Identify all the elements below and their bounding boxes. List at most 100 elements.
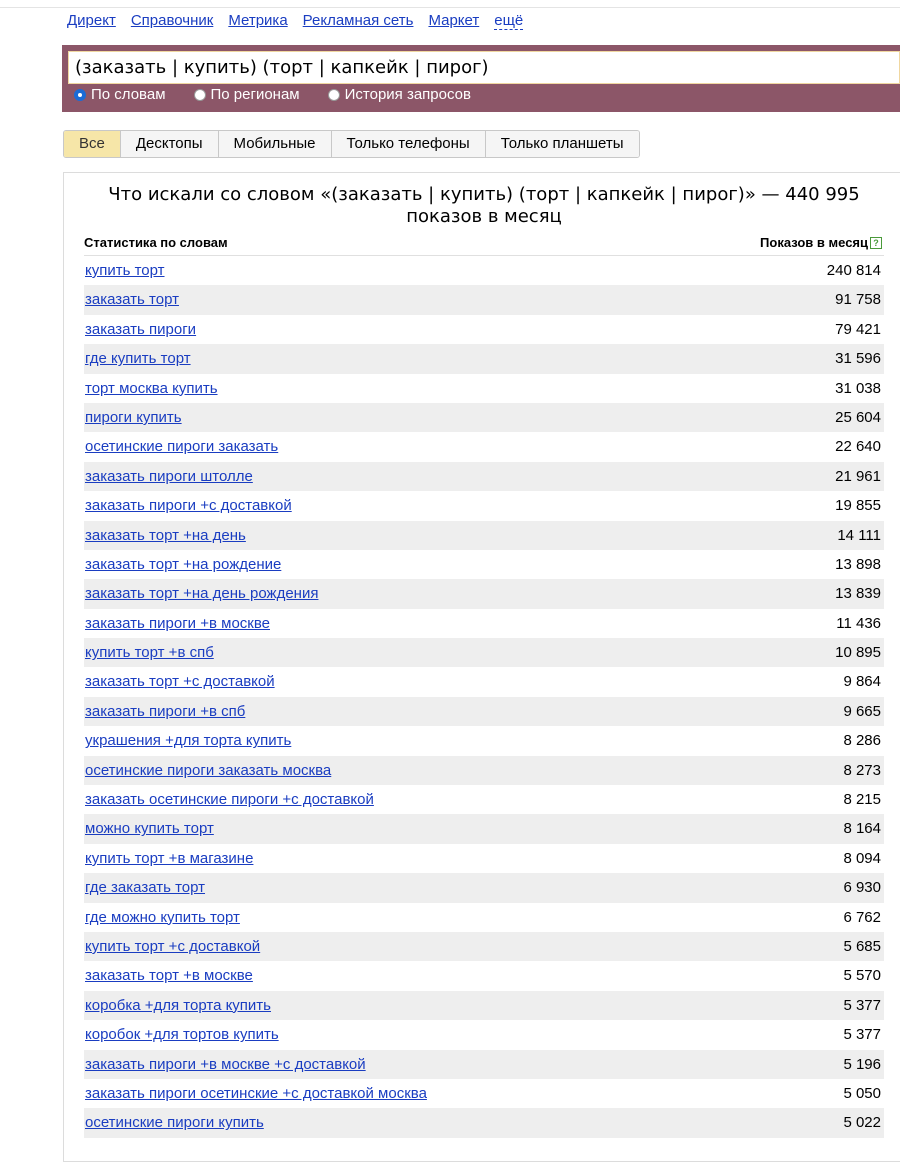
phrase-link[interactable]: заказать торт [85,291,179,308]
phrase-link[interactable]: купить торт +в магазине [85,850,253,867]
radio-button-icon[interactable] [327,88,340,101]
device-tab[interactable]: Только телефоны [330,131,485,157]
phrase-link[interactable]: можно купить торт [85,820,214,837]
table-row: заказать торт 91 758 [84,285,884,315]
device-tab[interactable]: Десктопы [119,131,218,157]
impressions-count: 5 196 [843,1055,881,1073]
impressions-count: 8 094 [843,849,881,867]
impressions-count: 5 377 [843,1026,881,1044]
question-icon[interactable]: ? [870,237,882,249]
impressions-count: 14 111 [837,526,881,544]
phrase-link[interactable]: заказать пироги +в москве +с доставкой [85,1056,366,1073]
phrase-link[interactable]: где заказать торт [85,879,205,896]
impressions-count: 91 758 [835,291,881,309]
search-mode-radio[interactable]: По словам [74,86,166,103]
table-row: заказать пироги 79 421 [84,315,884,344]
phrase-link[interactable]: купить торт [85,262,165,279]
phrase-link[interactable]: заказать осетинские пироги +с доставкой [85,791,374,808]
table-row: купить торт +в спб 10 895 [84,638,884,668]
table-row: заказать торт +на день рождения 13 839 [84,579,884,609]
table-row: можно купить торт 8 164 [84,814,884,844]
phrase-link[interactable]: заказать пироги +в москве [85,615,270,632]
phrase-link[interactable]: коробок +для тортов купить [85,1026,279,1043]
phrase-link[interactable]: заказать пироги +в спб [85,703,245,720]
impressions-count: 10 895 [835,644,881,662]
radio-label: По регионам [210,86,300,103]
device-tabs: Все Десктопы Мобильные Только телефоны Тольк… [63,130,640,158]
search-bar: (заказать | купить) (торт | капкейк | пи… [62,45,900,112]
column-count-header: Показов в месяц? [760,235,882,250]
radio-button-icon[interactable] [74,88,86,101]
phrase-link[interactable]: купить торт +в спб [85,644,214,661]
service-link[interactable]: Справочник [131,12,214,29]
service-more-link[interactable]: ещё [494,12,524,30]
table-row: где можно купить торт 6 762 [84,903,884,932]
top-divider [0,7,900,8]
phrase-link[interactable]: осетинские пироги купить [85,1114,264,1131]
impressions-count: 240 814 [826,262,881,279]
impressions-count: 79 421 [835,320,881,338]
phrase-link[interactable]: заказать торт +с доставкой [85,673,275,690]
table-row: заказать пироги +в спб 9 665 [84,696,884,727]
impressions-count: 19 855 [835,497,881,515]
phrase-link[interactable]: украшения +для торта купить [85,732,291,749]
service-link[interactable]: Маркет [428,12,479,29]
table-row: осетинские пироги купить 5 022 [84,1108,884,1138]
impressions-count: 13 839 [835,585,881,603]
impressions-count: 31 596 [835,350,881,368]
phrase-link[interactable]: заказать торт +на день [85,527,246,544]
table-row: торт москва купить 31 038 [84,374,884,403]
results-header: Статистика по словам Показов в месяц? [84,235,884,255]
phrase-link[interactable]: заказать торт +на день рождения [85,585,318,602]
table-row: купить торт +с доставкой 5 685 [84,931,884,962]
table-row: заказать пироги штолле 21 961 [84,461,884,492]
results-title: Что искали со словом «(заказать | купить… [108,184,860,227]
phrase-link[interactable]: заказать торт +в москве [85,967,253,984]
column-phrases-header: Статистика по словам [84,235,228,250]
phrase-link[interactable]: купить торт +с доставкой [85,938,260,955]
impressions-count: 5 685 [843,937,881,955]
impressions-count: 25 604 [835,408,881,426]
phrase-link[interactable]: где можно купить торт [85,909,240,926]
service-link[interactable]: Рекламная сеть [303,12,414,29]
search-input[interactable]: (заказать | купить) (торт | капкейк | пи… [68,51,900,84]
phrase-link[interactable]: заказать пироги осетинские +с доставкой … [85,1085,427,1102]
impressions-count: 5 377 [843,996,881,1014]
search-mode-radio[interactable]: По регионам [193,86,300,103]
table-row: заказать пироги +в москве +с доставкой 5 … [84,1049,884,1079]
impressions-count: 8 215 [843,791,881,809]
phrase-link[interactable]: коробка +для торта купить [85,997,271,1014]
table-row: пироги купить 25 604 [84,402,884,433]
impressions-count: 8 273 [843,761,881,779]
phrase-link[interactable]: осетинские пироги заказать москва [85,762,331,779]
table-row: осетинские пироги заказать 22 640 [84,432,884,461]
impressions-count: 8 164 [843,820,881,838]
impressions-count: 21 961 [835,467,881,485]
table-row: купить торт +в магазине 8 094 [84,844,884,873]
table-row: коробка +для торта купить 5 377 [84,990,884,1021]
device-tab[interactable]: Только планшеты [484,131,639,157]
impressions-count: 5 022 [843,1114,881,1132]
radio-label: История запросов [344,86,471,103]
table-row: где заказать торт 6 930 [84,873,884,903]
radio-button-icon[interactable] [193,88,206,101]
phrase-link[interactable]: осетинские пироги заказать [85,438,278,455]
device-tab[interactable]: Все [64,131,120,157]
table-row: заказать торт +на рождение 13 898 [84,550,884,579]
impressions-count: 9 864 [843,673,881,691]
results-panel: Что искали со словом «(заказать | купить… [63,172,900,1162]
service-link[interactable]: Директ [67,12,116,29]
phrase-link[interactable]: торт москва купить [85,380,218,397]
phrase-link[interactable]: заказать пироги +с доставкой [85,497,292,514]
phrase-link[interactable]: заказать пироги штолле [85,468,253,485]
impressions-count: 6 930 [843,879,881,897]
table-row: заказать осетинские пироги +с доставкой 8… [84,785,884,814]
search-mode-radio[interactable]: История запросов [327,86,471,103]
phrase-link[interactable]: где купить торт [85,350,191,367]
phrase-link[interactable]: заказать торт +на рождение [85,556,281,573]
results-table: купить торт 240 814 заказать торт 91 758 зак… [84,256,884,1138]
phrase-link[interactable]: пироги купить [85,409,182,426]
service-link[interactable]: Метрика [228,12,287,29]
device-tab[interactable]: Мобильные [217,131,331,157]
phrase-link[interactable]: заказать пироги [85,321,196,338]
